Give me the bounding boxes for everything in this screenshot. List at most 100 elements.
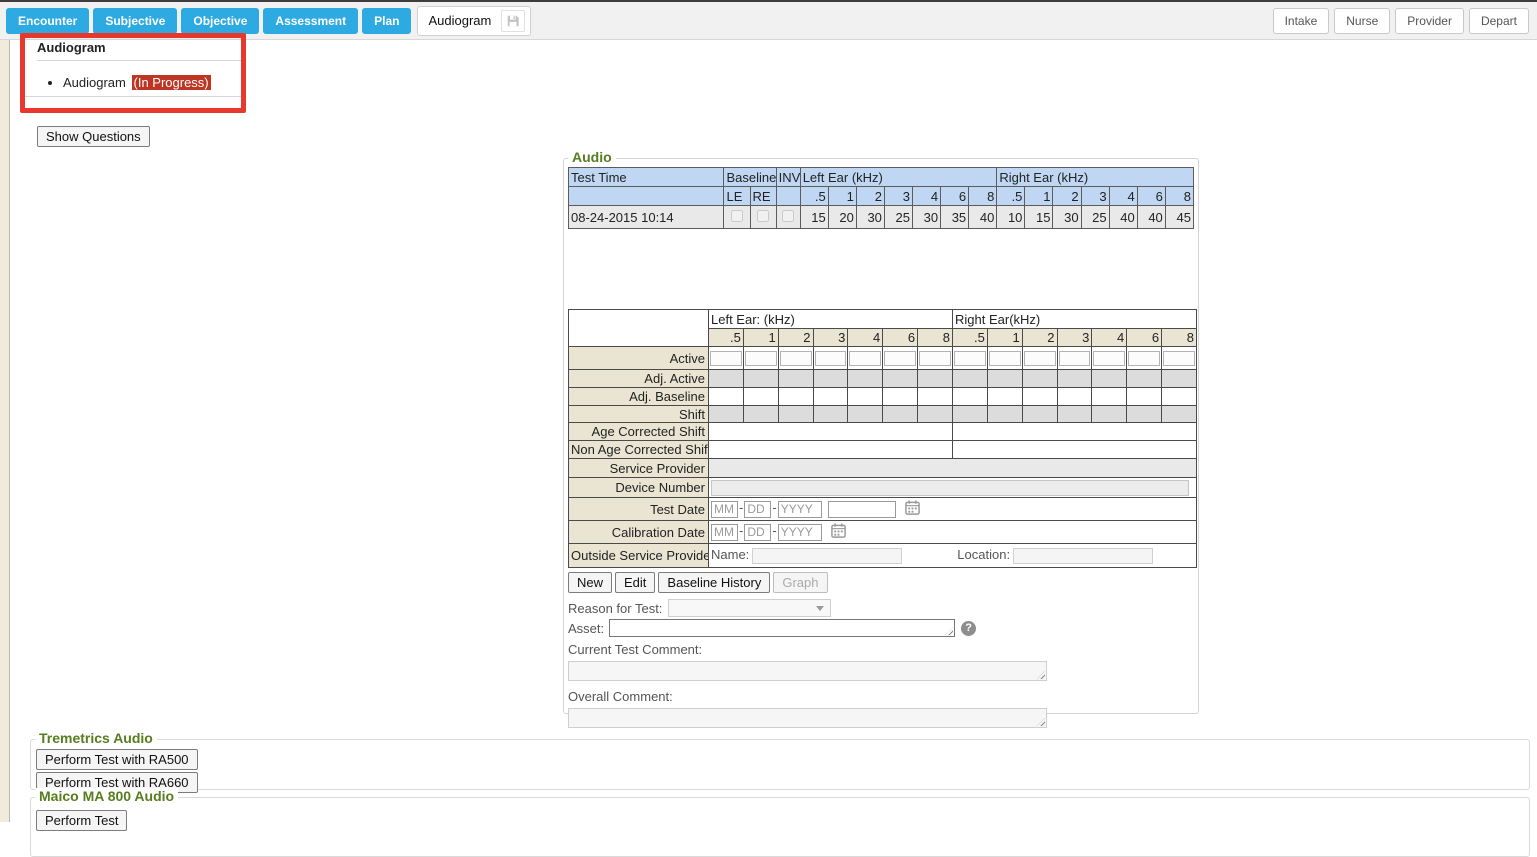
history-col-test-time: Test Time (569, 168, 724, 187)
adj-active-cell (743, 370, 778, 388)
active-input[interactable] (1093, 351, 1125, 366)
tab-audiogram[interactable]: Audiogram (417, 6, 531, 36)
show-questions-button[interactable]: Show Questions (37, 126, 150, 147)
save-button[interactable] (501, 10, 525, 32)
device-number-input[interactable] (711, 480, 1189, 496)
freq-header: 6 (1127, 329, 1162, 347)
calibration-year-input[interactable] (778, 524, 822, 541)
stage-nurse-button[interactable]: Nurse (1334, 8, 1390, 34)
active-input[interactable] (710, 351, 742, 366)
freq-header: 8 (1162, 329, 1197, 347)
freq-header: 8 (918, 329, 953, 347)
freq-header: 6 (883, 329, 918, 347)
baseline-le-checkbox[interactable] (731, 210, 743, 222)
nav-plan-button[interactable]: Plan (362, 8, 411, 34)
active-input[interactable] (1128, 351, 1160, 366)
test-date-year-input[interactable] (778, 501, 822, 518)
perform-test-ra500-button[interactable]: Perform Test with RA500 (36, 749, 198, 770)
active-input[interactable] (815, 351, 847, 366)
calibration-month-input[interactable] (711, 524, 738, 541)
tremetrics-fieldset: Tremetrics Audio Perform Test with RA500… (30, 739, 1530, 790)
freq-header: .5 (997, 187, 1025, 206)
shift-cell (1162, 406, 1197, 423)
active-input[interactable] (849, 351, 881, 366)
history-col-left-ear: Left Ear (kHz) (800, 168, 997, 187)
adj-baseline-cell (1162, 388, 1197, 406)
right-value: 45 (1165, 206, 1193, 229)
right-value: 40 (1109, 206, 1137, 229)
baseline-history-button[interactable]: Baseline History (658, 572, 770, 593)
osp-location-label: Location: (957, 547, 1010, 562)
adj-active-cell (1092, 370, 1127, 388)
active-cell (709, 347, 744, 370)
chevron-down-icon (816, 606, 824, 611)
nav-encounter-button[interactable]: Encounter (6, 8, 89, 34)
freq-header: 1 (1025, 187, 1053, 206)
adj-active-cell (778, 370, 813, 388)
active-cell (1022, 347, 1057, 370)
help-icon[interactable]: ? (961, 621, 976, 636)
active-input[interactable] (1163, 351, 1195, 366)
adj-baseline-cell (1127, 388, 1162, 406)
shift-cell (1092, 406, 1127, 423)
maico-fieldset: Maico MA 800 Audio Perform Test (30, 797, 1530, 857)
reason-for-test-select[interactable] (668, 599, 831, 617)
current-test-comment-textarea[interactable] (568, 661, 1047, 681)
row-label-outside-service-provider: Outside Service Provider (569, 544, 709, 568)
active-input[interactable] (780, 351, 812, 366)
asset-row: Asset: ? (568, 619, 1198, 637)
nav-subjective-button[interactable]: Subjective (93, 8, 177, 34)
active-input[interactable] (1024, 351, 1056, 366)
active-input[interactable] (989, 351, 1021, 366)
edit-button[interactable]: Edit (615, 572, 655, 593)
baseline-le-cell (724, 206, 750, 229)
stage-depart-button[interactable]: Depart (1469, 8, 1529, 34)
perform-test-button[interactable]: Perform Test (36, 810, 127, 831)
osp-name-input[interactable] (752, 548, 902, 564)
row-label-calibration-date: Calibration Date (569, 521, 709, 544)
freq-header: 4 (1109, 187, 1137, 206)
freq-header: 2 (1022, 329, 1057, 347)
adj-baseline-cell (883, 388, 918, 406)
active-cell (1162, 347, 1197, 370)
stage-intake-button[interactable]: Intake (1273, 8, 1330, 34)
adj-baseline-cell (1057, 388, 1092, 406)
nav-objective-button[interactable]: Objective (181, 8, 259, 34)
asset-input[interactable] (609, 619, 955, 637)
overall-comment-label: Overall Comment: (568, 689, 1198, 704)
new-button[interactable]: New (568, 572, 612, 593)
calibration-day-input[interactable] (744, 524, 771, 541)
stage-provider-button[interactable]: Provider (1395, 8, 1464, 34)
active-input[interactable] (1059, 351, 1091, 366)
test-date-day-input[interactable] (744, 501, 771, 518)
maico-legend: Maico MA 800 Audio (35, 788, 178, 804)
calendar-icon[interactable] (831, 526, 846, 541)
inv-checkbox[interactable] (782, 210, 794, 222)
osp-name-label: Name: (711, 547, 749, 562)
adj-baseline-cell (1022, 388, 1057, 406)
adj-baseline-cell (709, 388, 744, 406)
graph-button[interactable]: Graph (773, 572, 827, 593)
age-corrected-shift-left (709, 423, 953, 441)
overall-comment-textarea[interactable] (568, 708, 1047, 728)
osp-location-input[interactable] (1013, 548, 1153, 564)
row-label-active: Active (569, 347, 709, 370)
history-col-baseline: Baseline (724, 168, 776, 187)
baseline-re-checkbox[interactable] (757, 210, 769, 222)
active-input[interactable] (919, 351, 951, 366)
active-input[interactable] (745, 351, 777, 366)
audio-action-buttons: New Edit Baseline History Graph (568, 572, 1198, 593)
reason-for-test-row: Reason for Test: (568, 599, 1198, 617)
audio-detail-table: Left Ear: (kHz) Right Ear(kHz) .5 1 2 3 … (568, 309, 1197, 568)
test-time-input[interactable] (828, 501, 896, 518)
history-col-re: RE (750, 187, 776, 206)
active-cell (848, 347, 883, 370)
test-date-cell: -- (709, 498, 1197, 521)
nav-assessment-button[interactable]: Assessment (263, 8, 358, 34)
active-input[interactable] (884, 351, 916, 366)
calendar-icon[interactable] (905, 503, 920, 518)
shift-cell (987, 406, 1022, 423)
test-date-month-input[interactable] (711, 501, 738, 518)
active-input[interactable] (954, 351, 986, 366)
non-age-corrected-shift-left (709, 441, 953, 459)
